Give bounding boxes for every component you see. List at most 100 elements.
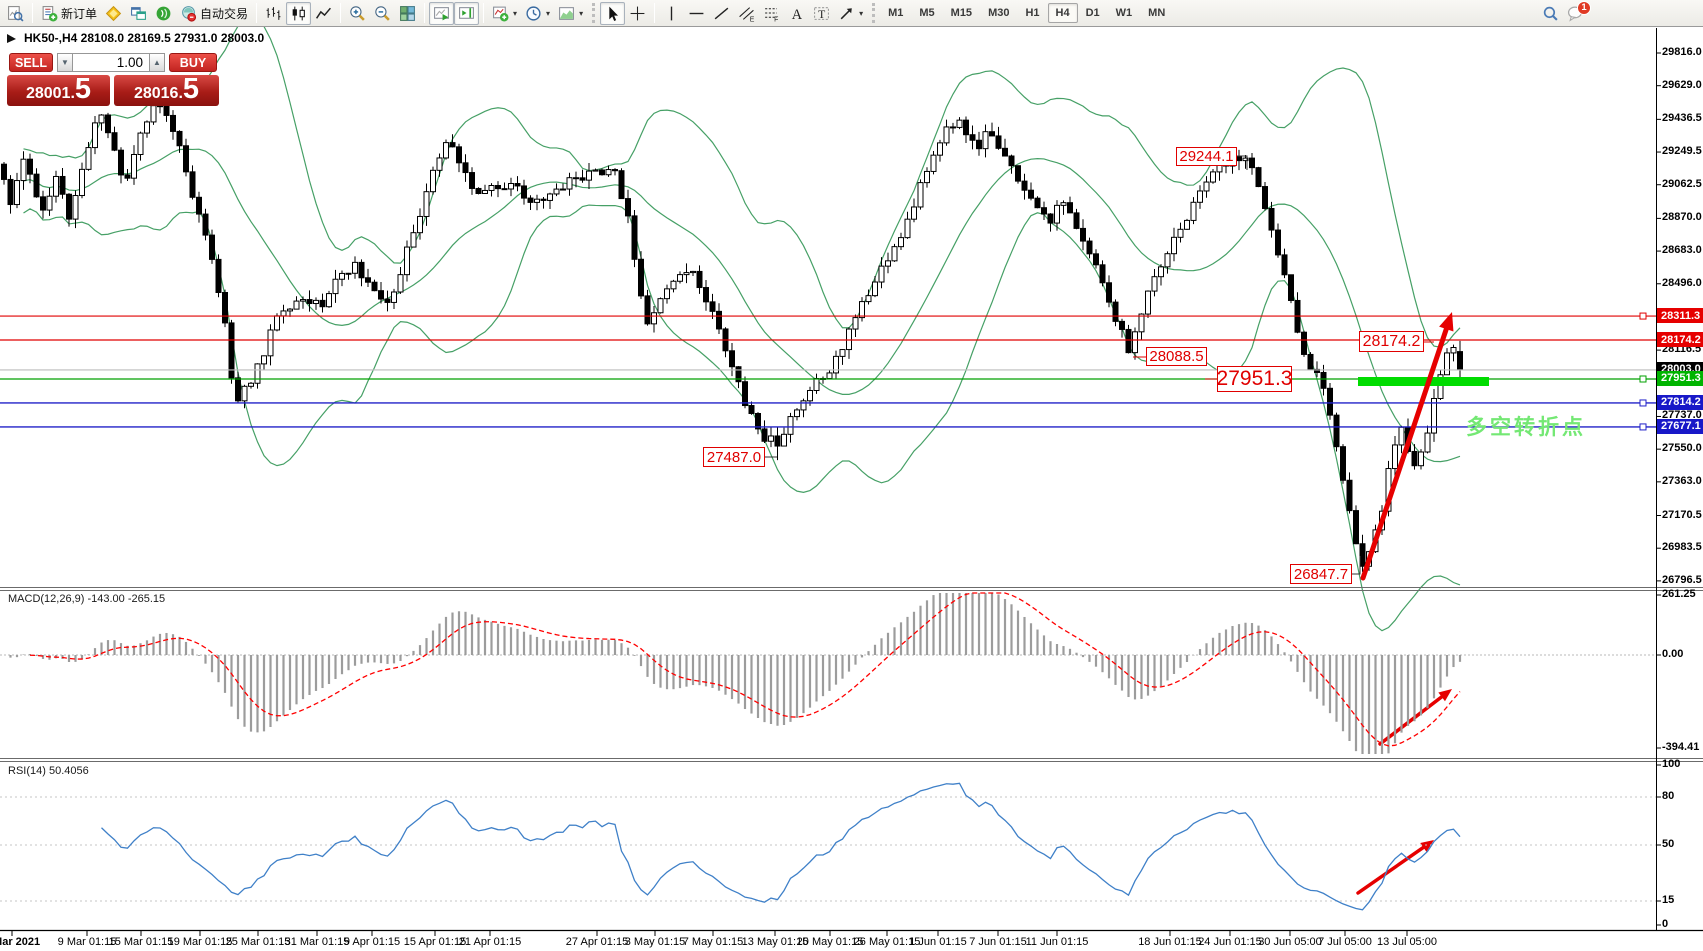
- equidistant-channel-tool-button[interactable]: E: [734, 2, 759, 25]
- chinese-annotation[interactable]: 多空转折点: [1466, 411, 1586, 441]
- auto-trading-button[interactable]: 自动交易: [176, 2, 252, 25]
- price-tick: 27363.0: [1662, 475, 1703, 488]
- price-tick: 29816.0: [1662, 46, 1703, 59]
- trendline-tool-button[interactable]: [709, 2, 734, 25]
- text-tool-icon: A: [788, 5, 805, 22]
- trend-arrow-rsi[interactable]: [1358, 840, 1434, 893]
- dropdown-caret-icon[interactable]: ▾: [859, 9, 863, 18]
- time-label: 11 Jun 01:15: [1026, 936, 1089, 948]
- mt4-window: 新订单 自动交易 ▾ ▾ ▾ EFA T ▾ M1M5M15M30H1H4D1W1MN 1 HK5…: [0, 0, 1703, 951]
- vertical-line-tool-icon: [663, 5, 680, 22]
- text-label-tool-button[interactable]: T: [809, 2, 834, 25]
- toolbar-grip[interactable]: [872, 3, 875, 23]
- print-preview-button[interactable]: [3, 2, 28, 25]
- toolbar-grip[interactable]: [592, 3, 595, 23]
- signals-button[interactable]: [151, 2, 176, 25]
- line-chart-mode-button[interactable]: [311, 2, 336, 25]
- one-click-trading-panel: SELL ▼ ▲ BUY 28001.5 28016.5: [7, 50, 219, 107]
- rsi-line: [102, 783, 1461, 909]
- timeframe-W1[interactable]: W1: [1108, 3, 1141, 23]
- text-tool-button[interactable]: A: [784, 2, 809, 25]
- sell-button[interactable]: SELL: [9, 53, 53, 72]
- time-label: 15 Mar 01:15: [109, 936, 174, 948]
- metaeditor-button[interactable]: [101, 2, 126, 25]
- macd-indicator-label: MACD(12,26,9) -143.00 -265.15: [8, 593, 165, 605]
- price-label-annotation[interactable]: 28174.2: [1359, 331, 1424, 352]
- dropdown-caret-icon[interactable]: ▾: [579, 9, 583, 18]
- indicator-axis-tick: 261.25: [1662, 588, 1703, 601]
- toolbar-separator: [483, 3, 484, 23]
- green-highlight-bar[interactable]: [1358, 377, 1489, 386]
- time-label: 13 Jul 05:00: [1377, 936, 1437, 948]
- templates-menu-button[interactable]: ▾: [554, 2, 587, 25]
- buy-price[interactable]: 28016.5: [114, 75, 219, 106]
- text-label-tool-icon: T: [813, 5, 830, 22]
- price-tick: 26983.5: [1662, 541, 1703, 554]
- time-label: 3 May 01:15: [625, 936, 686, 948]
- indicator-axis-tick: 15: [1662, 894, 1703, 907]
- symbol-ohlc-text: HK50-,H4 28108.0 28169.5 27931.0 28003.0: [24, 31, 264, 45]
- candle-chart-mode-icon: [290, 5, 307, 22]
- zoom-in-button[interactable]: [345, 2, 370, 25]
- horizontal-line-tool-icon: [688, 5, 705, 22]
- price-label-annotation[interactable]: 28088.5: [1146, 347, 1207, 366]
- print-preview-icon: [7, 5, 24, 22]
- arrows-tool-button[interactable]: ▾: [834, 2, 867, 25]
- price-label-annotation[interactable]: 27951.3: [1217, 366, 1292, 392]
- price-label-annotation[interactable]: 29244.1: [1176, 147, 1237, 166]
- timeframe-M15[interactable]: M15: [943, 3, 980, 23]
- indicator-axis-tick: 80: [1662, 790, 1703, 803]
- buy-button[interactable]: BUY: [169, 53, 217, 72]
- price-tick: 29249.5: [1662, 145, 1703, 158]
- fibonacci-tool-button[interactable]: F: [759, 2, 784, 25]
- periods-menu-button[interactable]: ▾: [521, 2, 554, 25]
- toolbar-separator: [654, 3, 655, 23]
- price-tick: 27170.5: [1662, 509, 1703, 522]
- crosshair-tool-icon: [629, 5, 646, 22]
- chart-shift-button[interactable]: [454, 2, 479, 25]
- trend-arrow-macd[interactable]: [1380, 689, 1452, 744]
- time-label: 30 Jun 05:00: [1258, 936, 1322, 948]
- bar-chart-mode-button[interactable]: [261, 2, 286, 25]
- zoom-out-button[interactable]: [370, 2, 395, 25]
- auto-scroll-button[interactable]: [429, 2, 454, 25]
- tile-windows-button[interactable]: [395, 2, 420, 25]
- indicator-axis-tick: 0: [1662, 918, 1703, 931]
- market-watch-button[interactable]: [126, 2, 151, 25]
- horizontal-line-tool-button[interactable]: [684, 2, 709, 25]
- price-label-annotation[interactable]: 26847.7: [1290, 564, 1352, 584]
- zoom-in-icon: [349, 5, 366, 22]
- timeframe-M30[interactable]: M30: [980, 3, 1017, 23]
- timeframe-M5[interactable]: M5: [911, 3, 942, 23]
- timeframe-H4[interactable]: H4: [1048, 3, 1078, 23]
- crosshair-tool-button[interactable]: [625, 2, 650, 25]
- sell-price[interactable]: 28001.5: [7, 75, 110, 106]
- notifications-button[interactable]: 1: [1563, 2, 1588, 25]
- symbol-info: HK50-,H4 28108.0 28169.5 27931.0 28003.0: [6, 31, 264, 45]
- volume-input[interactable]: [73, 53, 149, 72]
- timeframe-M1[interactable]: M1: [880, 3, 911, 23]
- timeframe-MN[interactable]: MN: [1140, 3, 1173, 23]
- volume-decrease-button[interactable]: ▼: [57, 53, 73, 72]
- dropdown-caret-icon[interactable]: ▾: [546, 9, 550, 18]
- chart-canvas[interactable]: [0, 0, 1703, 951]
- price-tick: 29436.5: [1662, 112, 1703, 125]
- dropdown-caret-icon[interactable]: ▾: [513, 9, 517, 18]
- metaeditor-icon: [105, 5, 122, 22]
- vertical-line-tool-button[interactable]: [659, 2, 684, 25]
- price-label-annotation[interactable]: 27487.0: [703, 447, 765, 467]
- time-label: 15 Apr 01:15: [404, 936, 466, 948]
- symbol-marker-icon: [6, 33, 17, 44]
- timeframe-D1[interactable]: D1: [1078, 3, 1108, 23]
- candle-chart-mode-button[interactable]: [286, 2, 311, 25]
- search-button[interactable]: [1538, 2, 1563, 25]
- timeframe-H1[interactable]: H1: [1017, 3, 1047, 23]
- notification-badge: 1: [1577, 1, 1591, 15]
- svg-text:T: T: [818, 7, 825, 20]
- cursor-tool-button[interactable]: [600, 2, 625, 25]
- equidistant-channel-tool-icon: E: [738, 5, 755, 22]
- svg-text:A: A: [792, 6, 803, 21]
- indicators-list-button[interactable]: ▾: [488, 2, 521, 25]
- volume-increase-button[interactable]: ▲: [149, 53, 165, 72]
- new-order-button[interactable]: 新订单: [37, 2, 101, 25]
